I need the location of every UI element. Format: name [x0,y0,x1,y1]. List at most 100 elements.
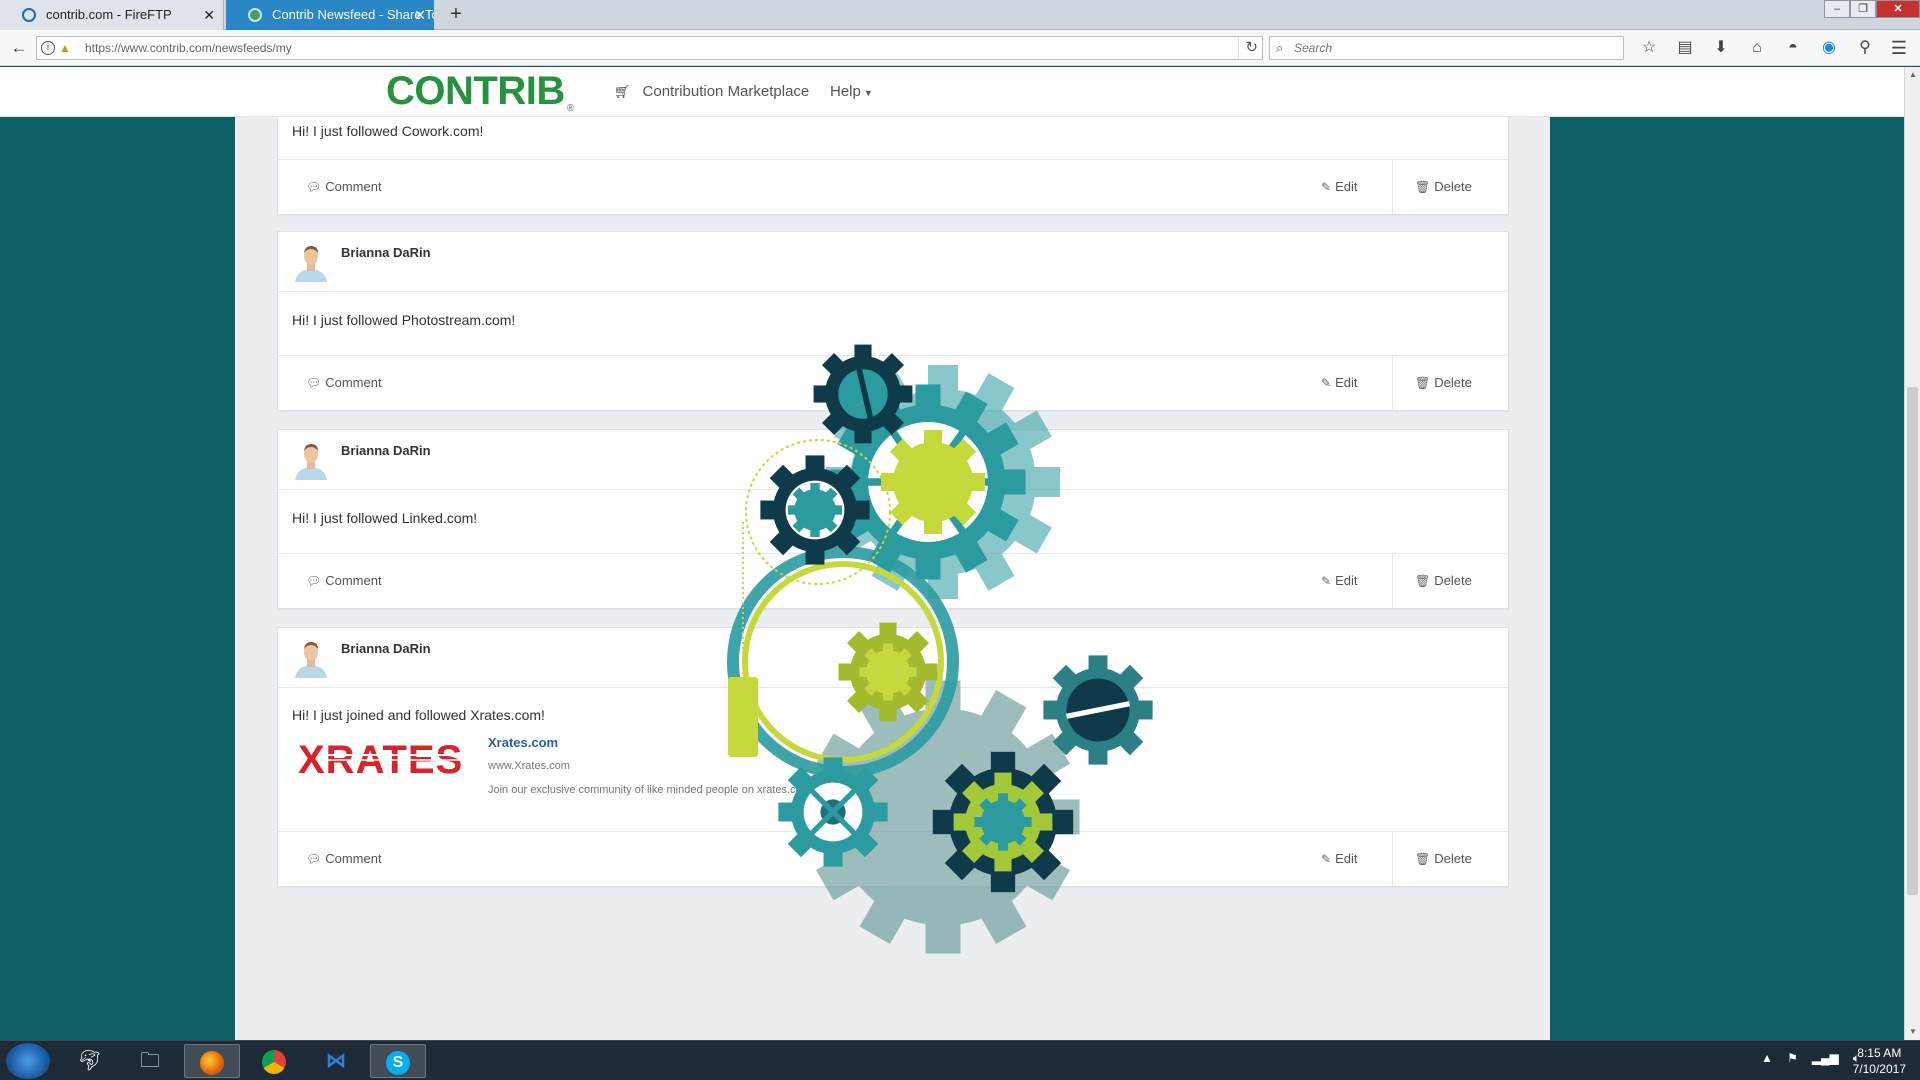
tab-fireftp[interactable]: contrib.com - FireFTP ✕ [0,0,224,30]
nav-contribution-marketplace[interactable]: 🛒︎ Contribution Marketplace [614,83,809,100]
scroll-down-arrow-icon[interactable]: ▼ [1905,1024,1920,1040]
post-body: Hi! I just followed Linked.com! [278,490,1508,554]
address-url[interactable]: https://www.contrib.com/newsfeeds/my [85,37,292,59]
post-actions: 💬︎ Comment ✎ Edit 🗑︎ Delete [278,554,1508,608]
comment-label: Comment [325,573,382,588]
restore-button[interactable]: ❐ [1850,0,1876,18]
trash-icon: 🗑︎ [1415,574,1431,588]
post-text: Hi! I just followed Linked.com! [292,510,478,526]
reload-icon[interactable]: ↻ [1238,37,1258,59]
nav-label: Help [830,83,861,100]
site-info-icon[interactable]: i [41,41,55,55]
trash-icon: 🗑︎ [1415,376,1431,390]
user-avatar[interactable] [292,440,330,480]
contrib-logo[interactable]: CONTRIB ® [386,69,574,114]
edit-icon: ✎ [1321,180,1332,194]
preview-description: Join our exclusive community of like min… [488,784,811,796]
delete-button[interactable]: 🗑︎ Delete [1392,554,1508,608]
post-text: Hi! I just followed Cowork.com! [292,123,484,139]
browser-tab-bar: contrib.com - FireFTP ✕ Contrib Newsfeed… [0,0,1920,30]
edit-button[interactable]: ✎ Edit [1321,356,1357,410]
address-bar[interactable]: i ▲ https://www.contrib.com/newsfeeds/my… [36,36,1263,60]
tab-close-icon[interactable]: ✕ [203,0,215,30]
edit-label: Edit [1335,573,1358,588]
caret-down-icon: ▼ [863,88,873,98]
user-avatar[interactable] [292,638,330,678]
search-box[interactable]: ⌕ [1269,36,1624,60]
comment-button[interactable]: 💬︎ Comment [306,832,382,886]
logo-reg-mark: ® [566,103,574,114]
post-author[interactable]: Brianna DaRin [341,443,431,458]
tool-icon[interactable]: ⚲ [1852,36,1878,60]
tab-label: Contrib Newsfeed - Share To [272,7,434,22]
system-tray: ▲ ⚑ ▂▄▆ 🔈︎ [1761,1051,1860,1066]
taskbar-skype-icon[interactable]: S [370,1044,426,1078]
new-tab-button[interactable]: + [444,0,468,30]
minimize-button[interactable]: – [1824,0,1850,18]
action-center-flag-icon[interactable]: ⚑ [1787,1051,1798,1066]
download-icon[interactable]: ⬇ [1708,36,1734,60]
post-author[interactable]: Brianna DaRin [341,641,431,656]
post-author[interactable]: Brianna DaRin [341,245,431,260]
nav-label: Contribution Marketplace [642,83,810,100]
edit-icon: ✎ [1321,376,1332,390]
edit-button[interactable]: ✎ Edit [1321,160,1357,214]
post-text: Hi! I just joined and followed Xrates.co… [292,707,545,723]
back-arrow-icon[interactable]: ← [6,36,32,60]
taskbar-firefox-icon[interactable] [184,1044,240,1078]
fireftp-favicon-icon [22,8,36,22]
start-button-icon[interactable] [6,1043,50,1079]
taskbar-dolphin-app-icon[interactable]: 🐬︎ [62,1044,118,1078]
post-header: Brianna DaRin [278,232,1508,292]
user-avatar[interactable] [292,242,330,282]
tray-expand-icon[interactable]: ▲ [1761,1051,1773,1066]
delete-label: Delete [1434,851,1472,866]
window-close-button[interactable]: ✕ [1876,0,1920,18]
hamburger-menu-icon[interactable]: ☰ [1886,36,1912,60]
network-signal-icon[interactable]: ▂▄▆ [1812,1051,1839,1066]
bookmark-star-icon[interactable]: ☆ [1636,36,1662,60]
reading-list-icon[interactable]: ▤ [1672,36,1698,60]
nav-help-dropdown[interactable]: Help ▼ [830,83,873,100]
xrates-logo[interactable]: XRATES [296,733,472,787]
comment-icon: 💬︎ [306,376,322,390]
clock-time: 8:15 AM [1857,1046,1902,1060]
windows-taskbar: 🐬︎ 🗀 ⋈ S ▲ ⚑ ▂▄▆ 🔈︎ 8:15 AM 7/10/2017 [0,1040,1920,1080]
scroll-up-arrow-icon[interactable]: ▲ [1905,67,1920,83]
preview-title-link[interactable]: Xrates.com [488,735,558,750]
tab-close-icon[interactable]: ✕ [414,0,426,30]
scroll-thumb[interactable] [1907,387,1918,895]
tab-label: contrib.com - FireFTP [46,7,172,22]
edit-icon: ✎ [1321,574,1332,588]
delete-button[interactable]: 🗑︎ Delete [1392,160,1508,214]
comment-label: Comment [325,851,382,866]
comment-button[interactable]: 💬︎ Comment [306,554,382,608]
messenger-icon[interactable]: ◉ [1816,36,1842,60]
comment-button[interactable]: 💬︎ Comment [306,160,382,214]
taskbar-chrome-icon[interactable] [246,1044,302,1078]
edit-button[interactable]: ✎ Edit [1321,832,1357,886]
delete-button[interactable]: 🗑︎ Delete [1392,356,1508,410]
post-body: Hi! I just joined and followed Xrates.co… [278,688,1508,832]
pocket-icon[interactable]: ◓ [1780,36,1806,60]
post-header: Brianna DaRin [278,430,1508,490]
search-input[interactable] [1294,39,1614,57]
taskbar-visual-studio-icon[interactable]: ⋈ [308,1044,364,1078]
post-text: Hi! I just followed Photostream.com! [292,312,516,328]
post-actions: 💬︎ Comment ✎ Edit 🗑︎ Delete [278,160,1508,214]
page-scrollbar[interactable]: ▲ ▼ [1904,67,1920,1040]
delete-button[interactable]: 🗑︎ Delete [1392,832,1508,886]
taskbar-file-explorer-icon[interactable]: 🗀 [122,1044,178,1078]
contrib-favicon-icon [248,8,262,22]
comment-button[interactable]: 💬︎ Comment [306,356,382,410]
home-icon[interactable]: ⌂ [1744,36,1770,60]
insecure-lock-icon: ▲ [59,41,71,55]
tab-contrib-newsfeed[interactable]: Contrib Newsfeed - Share To ✕ [226,0,434,30]
link-preview-card[interactable]: XRATES Xrates.com www.Xrates.com Join ou… [292,723,1494,813]
trash-icon: 🗑︎ [1415,852,1431,866]
feed-post: Brianna DaRin Hi! I just followed Linked… [277,429,1509,609]
post-body: Hi! I just followed Cowork.com! [278,117,1508,160]
feed-post: Brianna DaRin Hi! I just followed Photos… [277,231,1509,411]
edit-button[interactable]: ✎ Edit [1321,554,1357,608]
system-clock[interactable]: 8:15 AM 7/10/2017 [1853,1045,1906,1077]
